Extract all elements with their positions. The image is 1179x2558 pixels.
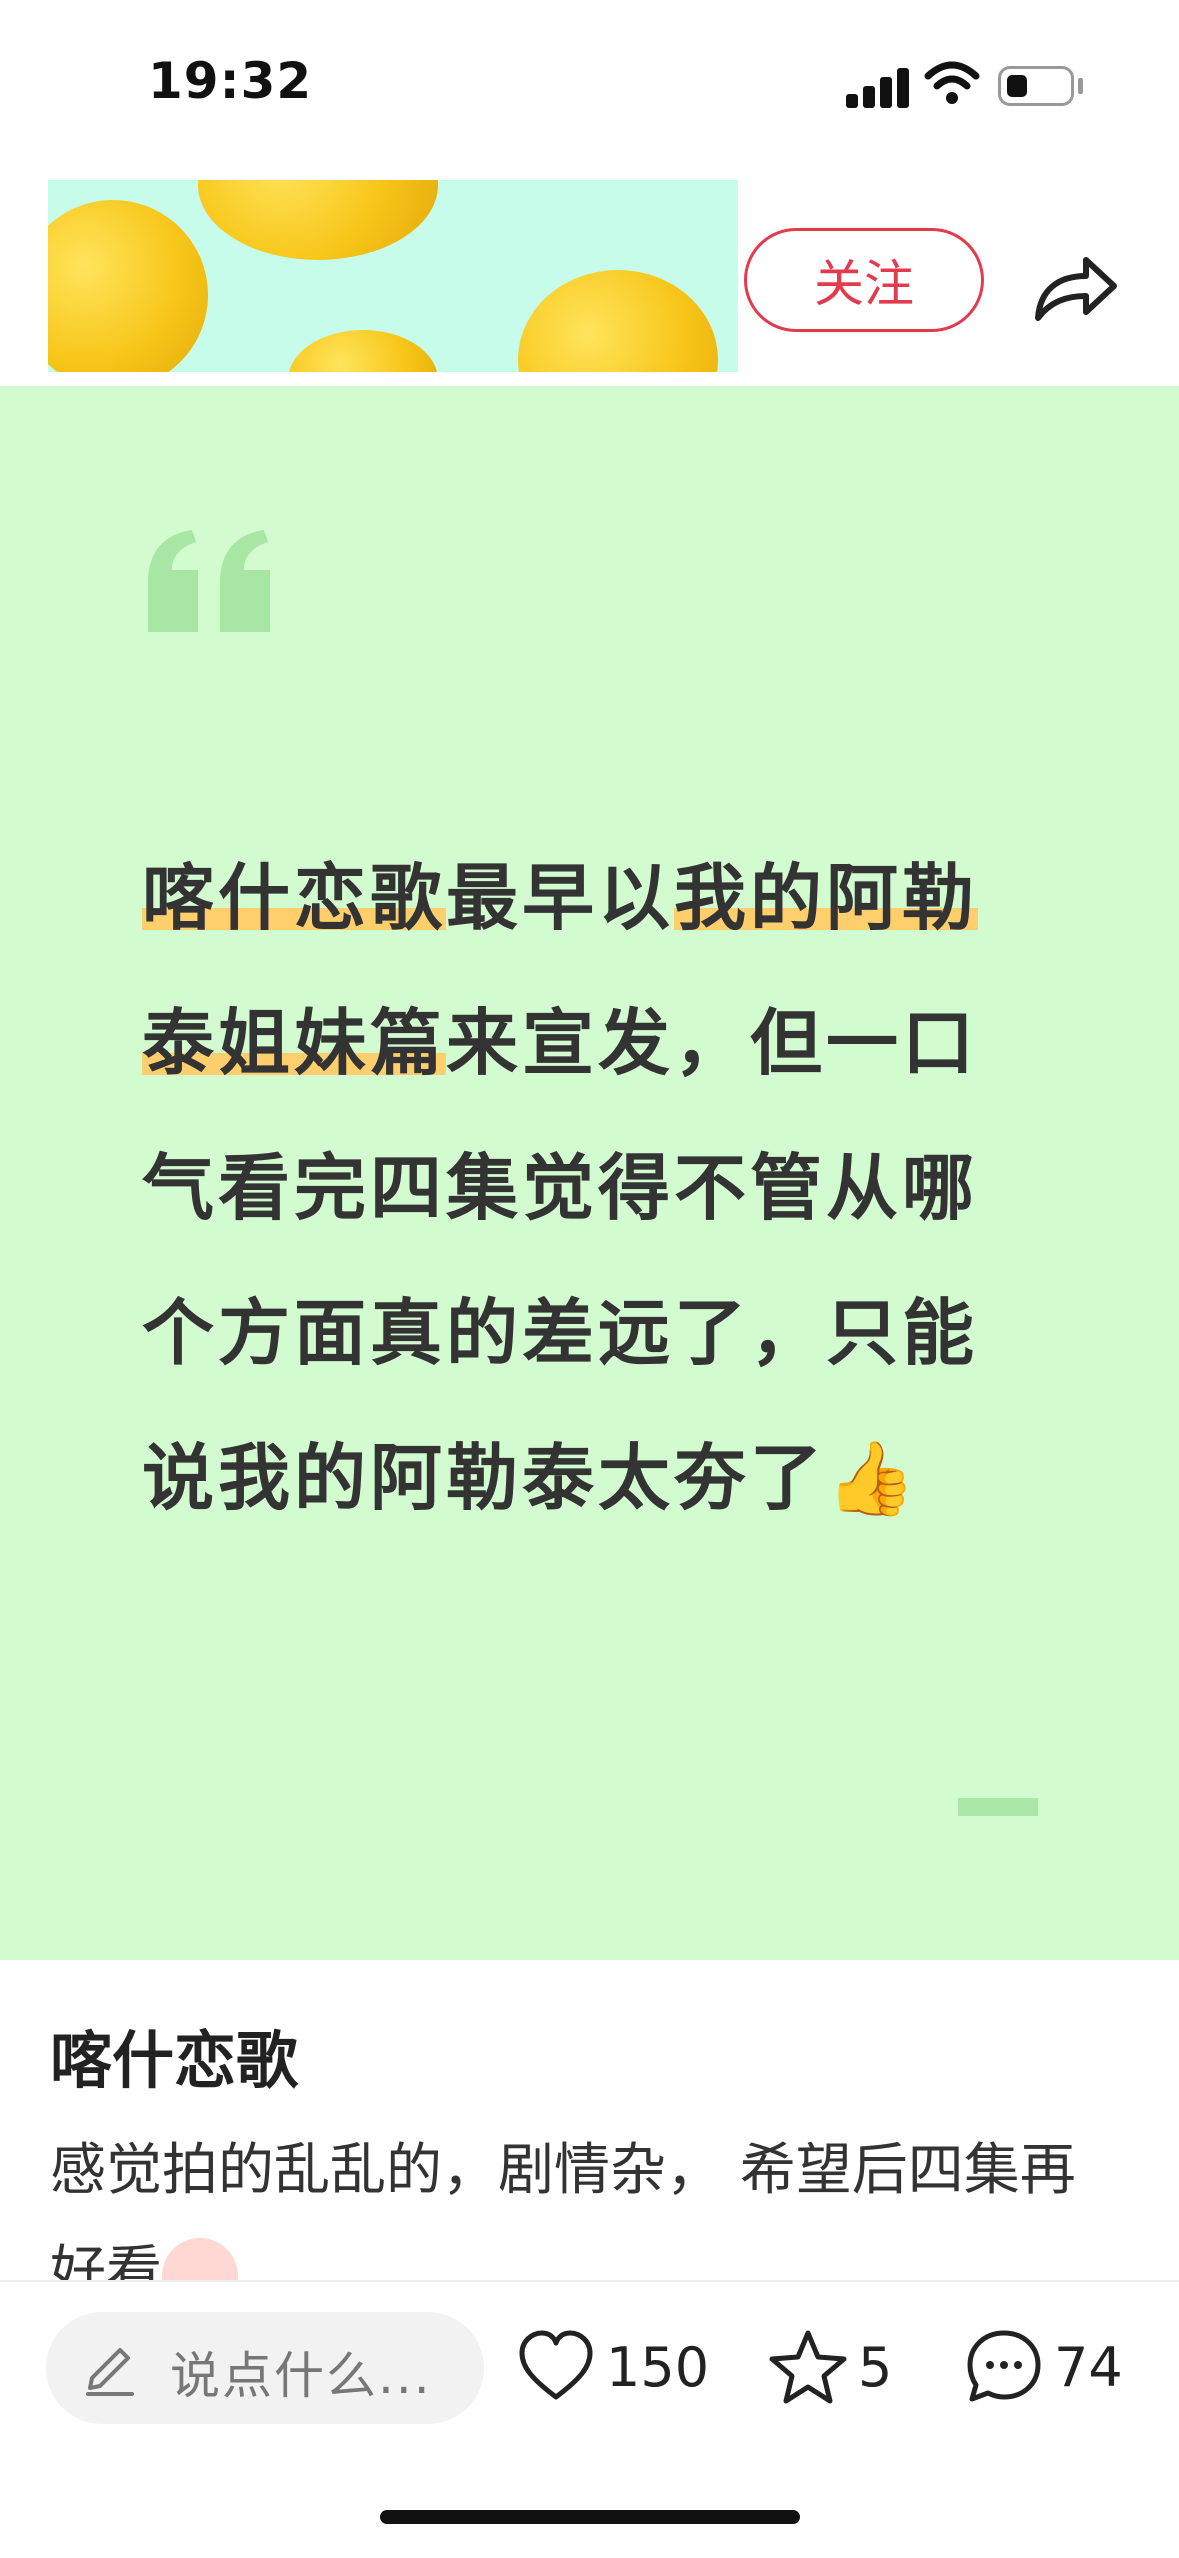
follow-button[interactable]: 关注 [744, 228, 984, 332]
cellular-signal-icon [846, 66, 910, 108]
card-decoration [958, 1798, 1038, 1816]
wifi-icon [924, 61, 980, 104]
battery-icon [998, 66, 1074, 106]
comment-input[interactable]: 说点什么... [46, 2312, 484, 2424]
post-title: 喀什恋歌 [50, 2024, 299, 2097]
comment-bubble-icon [967, 2330, 1041, 2402]
comment-count: 74 [1054, 2335, 1123, 2399]
favorite-count: 5 [858, 2335, 893, 2399]
status-time: 19:32 [148, 52, 313, 110]
lemon-banner-image [48, 180, 738, 372]
star-icon [769, 2330, 847, 2404]
post-body: 感觉拍的乱乱的，剧情杂， 希望后四集再好看 [50, 2120, 1120, 2280]
like-count: 150 [606, 2335, 710, 2399]
post-header: 关注 [0, 170, 1179, 386]
comment-button[interactable]: 74 [964, 2322, 1123, 2412]
quote-card: 喀什恋歌最早以我的阿勒泰姐妹篇来宣发，但一口气看完四集觉得不管从哪个方面真的差远… [0, 386, 1179, 1960]
heart-icon [519, 2330, 593, 2400]
status-bar: 19:32 [0, 0, 1179, 170]
pencil-icon [86, 2348, 134, 2396]
highlighted-text: 喀什恋歌 [142, 856, 447, 940]
thumbs-up-emoji: 👍 [826, 1436, 920, 1520]
quote-mark-icon [148, 530, 270, 632]
like-button[interactable]: 150 [516, 2322, 709, 2412]
quote-text: 喀什恋歌最早以我的阿勒泰姐妹篇来宣发，但一口气看完四集觉得不管从哪个方面真的差远… [142, 826, 1042, 1551]
share-icon[interactable] [1024, 236, 1124, 336]
sticker-icon [162, 2237, 238, 2280]
home-indicator[interactable] [380, 2510, 800, 2524]
quote-text-segment: 最早以 [446, 856, 675, 940]
battery-cap [1078, 78, 1083, 94]
comment-placeholder: 说点什么... [170, 2347, 432, 2405]
favorite-button[interactable]: 5 [768, 2322, 892, 2412]
